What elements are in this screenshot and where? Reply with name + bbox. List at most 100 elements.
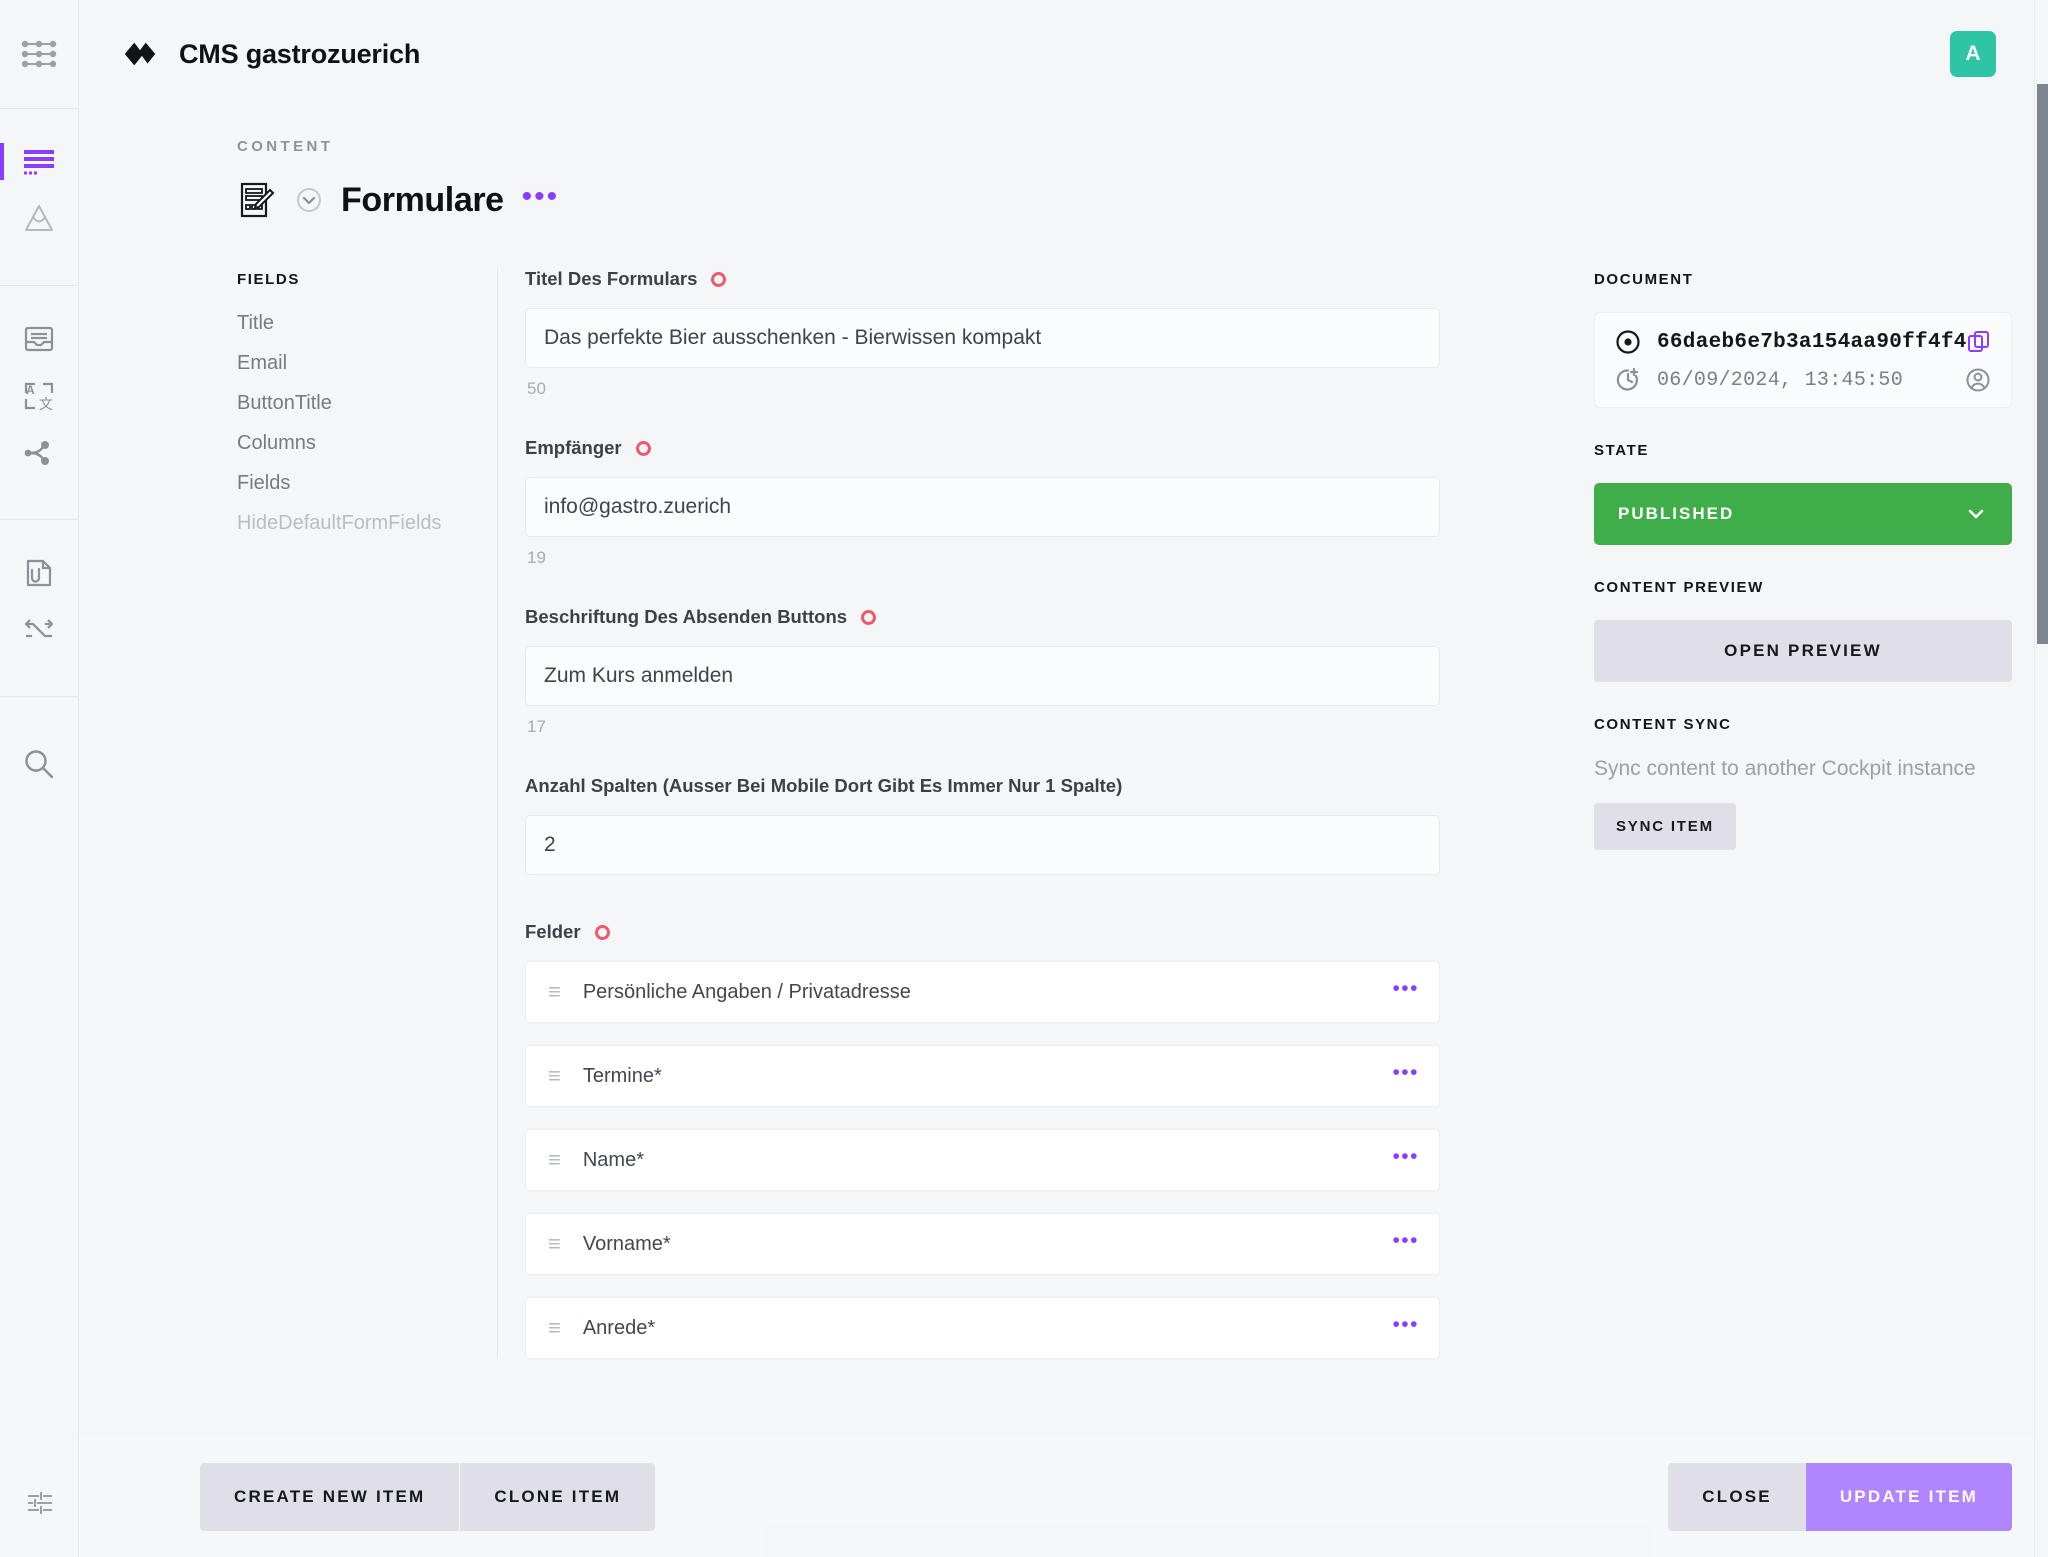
document-section-label: DOCUMENT bbox=[1594, 271, 1694, 288]
rail-divider-3 bbox=[0, 519, 79, 520]
sidebar-item-files[interactable] bbox=[0, 544, 79, 601]
felder-item-left: ≡ Persönliche Angaben / Privatadresse bbox=[548, 981, 911, 1004]
felder-item-left: ≡ Termine* bbox=[548, 1065, 662, 1088]
felder-item-more-icon[interactable]: ••• bbox=[1392, 1146, 1419, 1168]
state-value: PUBLISHED bbox=[1618, 504, 1735, 523]
sidebar-item-sync[interactable] bbox=[0, 601, 79, 658]
page-scrollbar[interactable] bbox=[2034, 0, 2048, 1557]
field-group-titel: Titel Des Formulars Das perfekte Bier au… bbox=[525, 268, 1552, 399]
state-section-label: STATE bbox=[1594, 442, 1649, 459]
more-dots-icon[interactable]: ••• bbox=[522, 181, 560, 212]
felder-item-more-icon[interactable]: ••• bbox=[1392, 1062, 1419, 1084]
felder-item-more-icon[interactable]: ••• bbox=[1392, 1314, 1419, 1336]
sidebar-item-workflows[interactable] bbox=[0, 424, 79, 481]
fields-nav-item-hidedefaultformfields[interactable]: HideDefaultFormFields bbox=[237, 512, 497, 535]
rail-group-tertiary bbox=[0, 544, 78, 658]
felder-item-more-icon[interactable]: ••• bbox=[1392, 978, 1419, 1000]
felder-list-item[interactable]: ≡ Name* ••• bbox=[525, 1129, 1440, 1191]
drag-handle-icon[interactable]: ≡ bbox=[548, 1149, 561, 1171]
user-circle-icon[interactable] bbox=[1965, 367, 1991, 393]
copy-icon[interactable] bbox=[1967, 330, 1991, 354]
fields-nav-item-title[interactable]: Title bbox=[237, 312, 497, 335]
avatar[interactable]: A bbox=[1950, 31, 1996, 77]
empfaenger-input[interactable]: info@gastro.zuerich bbox=[525, 477, 1440, 537]
felder-item-label: Vorname* bbox=[582, 1232, 671, 1255]
titel-input[interactable]: Das perfekte Bier ausschenken - Bierwiss… bbox=[525, 308, 1440, 368]
brand[interactable]: CMS gastrozuerich bbox=[121, 35, 420, 73]
felder-item-left: ≡ Name* bbox=[548, 1149, 644, 1172]
sidebar-item-settings[interactable] bbox=[0, 1449, 79, 1557]
target-dot-icon bbox=[1616, 330, 1640, 354]
form-scroll: Titel Des Formulars Das perfekte Bier au… bbox=[497, 268, 1552, 1359]
sync-item-button[interactable]: SYNC ITEM bbox=[1594, 803, 1736, 850]
field-group-spalten: Anzahl Spalten (Ausser Bei Mobile Dort G… bbox=[525, 775, 1552, 875]
sidebar-item-content[interactable] bbox=[0, 133, 79, 190]
sidebar-item-locales[interactable]: A 文 bbox=[0, 367, 79, 424]
content-sync-description: Sync content to another Cockpit instance bbox=[1594, 757, 1976, 780]
brand-name: CMS gastrozuerich bbox=[179, 38, 421, 69]
clock-plus-icon bbox=[1616, 367, 1639, 391]
sidebar-item-inbox[interactable] bbox=[0, 310, 79, 367]
rail-divider-2 bbox=[0, 285, 79, 286]
rail-group-secondary: A 文 bbox=[0, 310, 78, 481]
sidebar-item-search[interactable] bbox=[0, 735, 79, 792]
fields-nav-item-buttontitle[interactable]: ButtonTitle bbox=[237, 392, 497, 415]
translate-icon: A 文 bbox=[24, 382, 54, 411]
chevron-down-icon bbox=[1968, 509, 1984, 519]
rail-group-primary bbox=[0, 133, 78, 247]
document-id: 66daeb6e7b3a154aa90ff4f4 bbox=[1657, 330, 1967, 354]
felder-item-more-icon[interactable]: ••• bbox=[1392, 1230, 1419, 1252]
chevron-down-circle-icon[interactable] bbox=[295, 186, 323, 214]
document-id-row: 66daeb6e7b3a154aa90ff4f4 bbox=[1615, 329, 1991, 355]
document-side-panel: DOCUMENT 66daeb6e7b3a154aa90ff4f4 06/09/… bbox=[1552, 268, 2012, 1549]
form-document-edit-icon bbox=[240, 182, 275, 218]
main-column: CMS gastrozuerich A CONTENT Formulare ••… bbox=[79, 0, 2048, 1557]
svg-text:A: A bbox=[26, 383, 35, 397]
field-group-empfaenger: Empfänger info@gastro.zuerich 19 bbox=[525, 437, 1552, 568]
field-label-row: Empfänger bbox=[525, 437, 1552, 459]
felder-list-item[interactable]: ≡ Persönliche Angaben / Privatadresse ••… bbox=[525, 961, 1440, 1023]
fields-panel-label: FIELDS bbox=[237, 271, 300, 288]
breadcrumb: CONTENT bbox=[237, 138, 334, 155]
required-indicator-icon bbox=[861, 609, 877, 625]
sliders-settings-icon bbox=[27, 1492, 52, 1514]
close-button[interactable]: CLOSE bbox=[1668, 1463, 1806, 1531]
felder-list-item[interactable]: ≡ Vorname* ••• bbox=[525, 1213, 1440, 1275]
bottom-action-bar: CREATE NEW ITEM CLONE ITEM CLOSE UPDATE … bbox=[79, 1437, 2048, 1557]
field-group-felder: Felder ≡ Persönliche Angaben / Privatadr… bbox=[525, 921, 1552, 1359]
triangle-loop-icon bbox=[25, 204, 53, 231]
update-item-button[interactable]: UPDATE ITEM bbox=[1805, 1463, 2012, 1531]
drag-handle-icon[interactable]: ≡ bbox=[548, 1065, 561, 1087]
drag-handle-icon[interactable]: ≡ bbox=[548, 981, 561, 1003]
felder-list-item[interactable]: ≡ Anrede* ••• bbox=[525, 1297, 1440, 1359]
felder-item-left: ≡ Vorname* bbox=[548, 1233, 671, 1256]
spalten-input[interactable]: 2 bbox=[525, 815, 1440, 875]
fields-nav-item-columns[interactable]: Columns bbox=[237, 432, 497, 455]
fields-nav-item-fields[interactable]: Fields bbox=[237, 472, 497, 495]
drag-handle-icon[interactable]: ≡ bbox=[548, 1317, 561, 1339]
field-label-row: Anzahl Spalten (Ausser Bei Mobile Dort G… bbox=[525, 775, 1552, 797]
clone-item-button[interactable]: CLONE ITEM bbox=[459, 1463, 656, 1531]
field-label-row: Felder bbox=[525, 921, 1552, 943]
sidebar-item-assets[interactable] bbox=[0, 190, 79, 247]
document-created-at: 06/09/2024, 13:45:50 bbox=[1657, 368, 1904, 392]
state-dropdown[interactable]: PUBLISHED bbox=[1594, 483, 2012, 545]
rail-logo[interactable] bbox=[0, 0, 78, 108]
fields-nav-item-email[interactable]: Email bbox=[237, 352, 497, 375]
page-header: CONTENT Formulare ••• bbox=[79, 108, 2048, 220]
felder-item-left: ≡ Anrede* bbox=[548, 1317, 655, 1340]
beschriftung-input[interactable]: Zum Kurs anmelden bbox=[525, 646, 1440, 706]
create-new-item-button[interactable]: CREATE NEW ITEM bbox=[200, 1463, 460, 1531]
empfaenger-char-count: 19 bbox=[527, 548, 546, 567]
field-label-empfaenger: Empfänger bbox=[525, 437, 622, 458]
search-icon bbox=[25, 749, 54, 778]
field-label-titel: Titel Des Formulars bbox=[525, 268, 698, 289]
field-label-row: Beschriftung Des Absenden Buttons bbox=[525, 606, 1552, 628]
scrollbar-thumb[interactable] bbox=[2037, 84, 2048, 644]
drag-handle-icon[interactable]: ≡ bbox=[548, 1233, 561, 1255]
field-group-beschriftung: Beschriftung Des Absenden Buttons Zum Ku… bbox=[525, 606, 1552, 737]
felder-list-item[interactable]: ≡ Termine* ••• bbox=[525, 1045, 1440, 1107]
felder-item-label: Name* bbox=[582, 1148, 644, 1171]
required-indicator-icon bbox=[594, 924, 610, 940]
open-preview-button[interactable]: OPEN PREVIEW bbox=[1594, 620, 2012, 682]
